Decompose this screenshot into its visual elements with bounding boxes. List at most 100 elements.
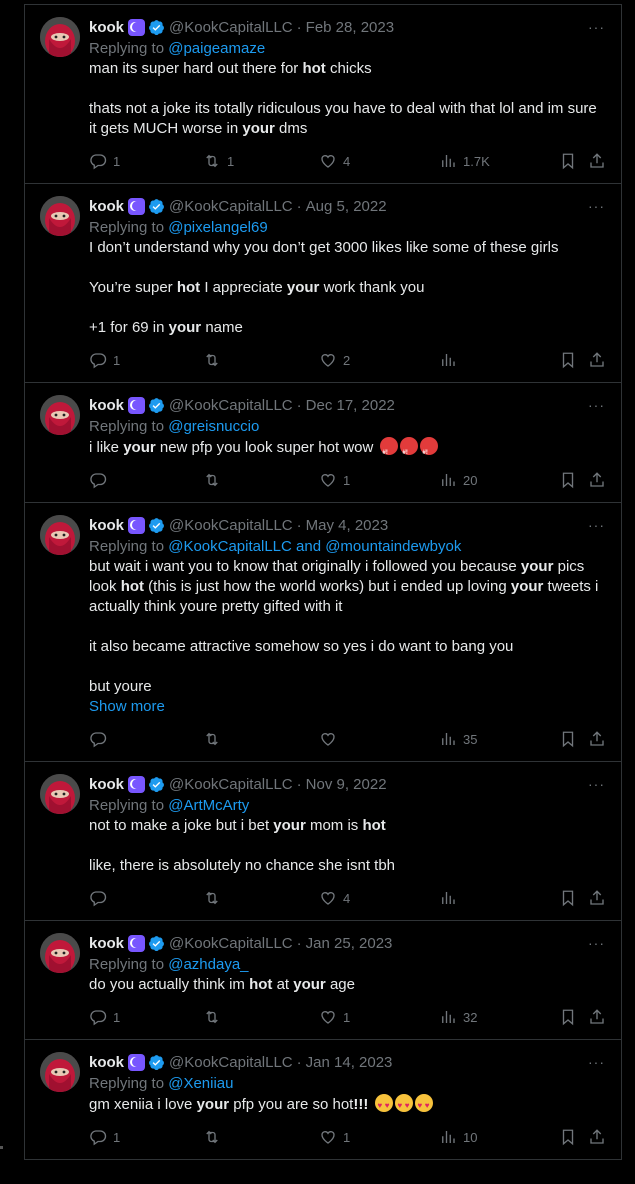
like-button[interactable]: 1	[319, 1008, 350, 1026]
author-handle[interactable]: @KookCapitalLLC	[169, 935, 293, 952]
author-name[interactable]: kook	[89, 1054, 124, 1071]
author-handle[interactable]: @KookCapitalLLC	[169, 198, 293, 215]
author-handle[interactable]: @KookCapitalLLC	[169, 776, 293, 793]
reply-button[interactable]	[89, 730, 113, 748]
like-button[interactable]: 1	[319, 471, 350, 489]
retweet-button[interactable]	[203, 1008, 227, 1026]
retweet-button[interactable]	[203, 889, 227, 907]
author-name[interactable]: kook	[89, 19, 124, 36]
retweet-button[interactable]	[203, 1128, 227, 1146]
author-handle[interactable]: @KookCapitalLLC	[169, 1054, 293, 1071]
bookmark-button[interactable]	[559, 1128, 577, 1146]
share-button[interactable]	[588, 1008, 606, 1026]
bold-word: hot	[120, 578, 145, 595]
like-button[interactable]: 4	[319, 152, 350, 170]
more-icon[interactable]: ···	[588, 19, 605, 35]
like-icon	[321, 892, 335, 905]
share-button[interactable]	[588, 152, 606, 170]
tweet-4[interactable]: kook @KookCapitalLLC · May 4, 2023 ··· R…	[25, 503, 621, 762]
author-handle[interactable]: @KookCapitalLLC	[169, 517, 293, 534]
tweet-3[interactable]: kook @KookCapitalLLC · Dec 17, 2022 ··· …	[25, 383, 621, 503]
bookmark-button[interactable]	[559, 152, 577, 170]
like-button[interactable]: 2	[319, 351, 350, 369]
tweet-date[interactable]: Feb 28, 2023	[306, 19, 394, 36]
more-icon[interactable]: ···	[588, 776, 605, 792]
replying-mention[interactable]: @KookCapitalLLC and @mountaindewbyok	[168, 538, 461, 555]
author-name[interactable]: kook	[89, 776, 124, 793]
tweet-date[interactable]: Jan 25, 2023	[306, 935, 393, 952]
replying-to: Replying to @Xeniiau	[89, 1074, 605, 1094]
like-button[interactable]: 1	[319, 1128, 350, 1146]
reply-button[interactable]: 1	[89, 351, 120, 369]
tweet-5[interactable]: kook @KookCapitalLLC · Nov 9, 2022 ··· R…	[25, 762, 621, 921]
bold-word: your	[273, 817, 306, 834]
avatar[interactable]	[40, 933, 80, 973]
author-handle[interactable]: @KookCapitalLLC	[169, 19, 293, 36]
tweet-date[interactable]: Dec 17, 2022	[306, 397, 395, 414]
replying-mention[interactable]: @paigeamaze	[168, 40, 265, 57]
like-button[interactable]	[319, 730, 343, 748]
avatar[interactable]	[40, 17, 80, 57]
views-icon	[442, 1131, 455, 1143]
bookmark-button[interactable]	[559, 889, 577, 907]
like-button[interactable]: 4	[319, 889, 350, 907]
retweet-icon	[206, 353, 218, 367]
more-icon[interactable]: ···	[588, 397, 605, 413]
views-button[interactable]: 20	[439, 471, 477, 489]
views-button[interactable]: 10	[439, 1128, 477, 1146]
more-icon[interactable]: ···	[588, 1054, 605, 1070]
tweet-7[interactable]: kook @KookCapitalLLC · Jan 14, 2023 ··· …	[25, 1040, 621, 1160]
avatar[interactable]	[40, 196, 80, 236]
more-icon[interactable]: ···	[588, 935, 605, 951]
views-button[interactable]: 32	[439, 1008, 477, 1026]
author-handle[interactable]: @KookCapitalLLC	[169, 397, 293, 414]
more-icon[interactable]: ···	[588, 517, 605, 533]
tweet-2[interactable]: kook @KookCapitalLLC · Aug 5, 2022 ··· R…	[25, 184, 621, 383]
reply-button[interactable]: 1	[89, 152, 120, 170]
avatar[interactable]	[40, 395, 80, 435]
bookmark-button[interactable]	[559, 351, 577, 369]
bookmark-button[interactable]	[559, 730, 577, 748]
avatar[interactable]	[40, 515, 80, 555]
retweet-button[interactable]	[203, 730, 227, 748]
tweet-6[interactable]: kook @KookCapitalLLC · Jan 25, 2023 ··· …	[25, 921, 621, 1040]
tweet-date[interactable]: Aug 5, 2022	[306, 198, 387, 215]
author-name[interactable]: kook	[89, 198, 124, 215]
bookmark-button[interactable]	[559, 471, 577, 489]
show-more-link[interactable]: Show more	[89, 697, 605, 717]
reply-button[interactable]: 1	[89, 1128, 120, 1146]
views-button[interactable]: 1.7K	[439, 152, 490, 170]
avatar[interactable]	[40, 1052, 80, 1092]
retweet-button[interactable]	[203, 471, 227, 489]
tweet-date[interactable]: Jan 14, 2023	[306, 1054, 393, 1071]
replying-mention[interactable]: @ArtMcArty	[168, 797, 249, 814]
share-button[interactable]	[588, 351, 606, 369]
replying-prefix: Replying to	[89, 40, 169, 57]
views-button[interactable]	[439, 889, 463, 907]
replying-prefix: Replying to	[89, 956, 169, 973]
replying-mention[interactable]: @greisnuccio	[168, 418, 259, 435]
tweet-1[interactable]: kook @KookCapitalLLC · Feb 28, 2023 ··· …	[25, 4, 621, 184]
reply-button[interactable]: 1	[89, 1008, 120, 1026]
author-name[interactable]: kook	[89, 935, 124, 952]
views-button[interactable]	[439, 351, 463, 369]
avatar[interactable]	[40, 774, 80, 814]
share-button[interactable]	[588, 889, 606, 907]
author-name[interactable]: kook	[89, 517, 124, 534]
retweet-button[interactable]: 1	[203, 152, 234, 170]
share-button[interactable]	[588, 1128, 606, 1146]
retweet-button[interactable]	[203, 351, 227, 369]
replying-mention[interactable]: @Xeniiau	[168, 1075, 233, 1092]
tweet-date[interactable]: May 4, 2023	[306, 517, 389, 534]
reply-button[interactable]	[89, 471, 113, 489]
bookmark-button[interactable]	[559, 1008, 577, 1026]
replying-mention[interactable]: @azhdaya_	[168, 956, 248, 973]
share-button[interactable]	[588, 471, 606, 489]
tweet-date[interactable]: Nov 9, 2022	[306, 776, 387, 793]
author-name[interactable]: kook	[89, 397, 124, 414]
replying-mention[interactable]: @pixelangel69	[168, 219, 267, 236]
more-icon[interactable]: ···	[588, 198, 605, 214]
share-button[interactable]	[588, 730, 606, 748]
reply-button[interactable]	[89, 889, 113, 907]
views-button[interactable]: 35	[439, 730, 477, 748]
